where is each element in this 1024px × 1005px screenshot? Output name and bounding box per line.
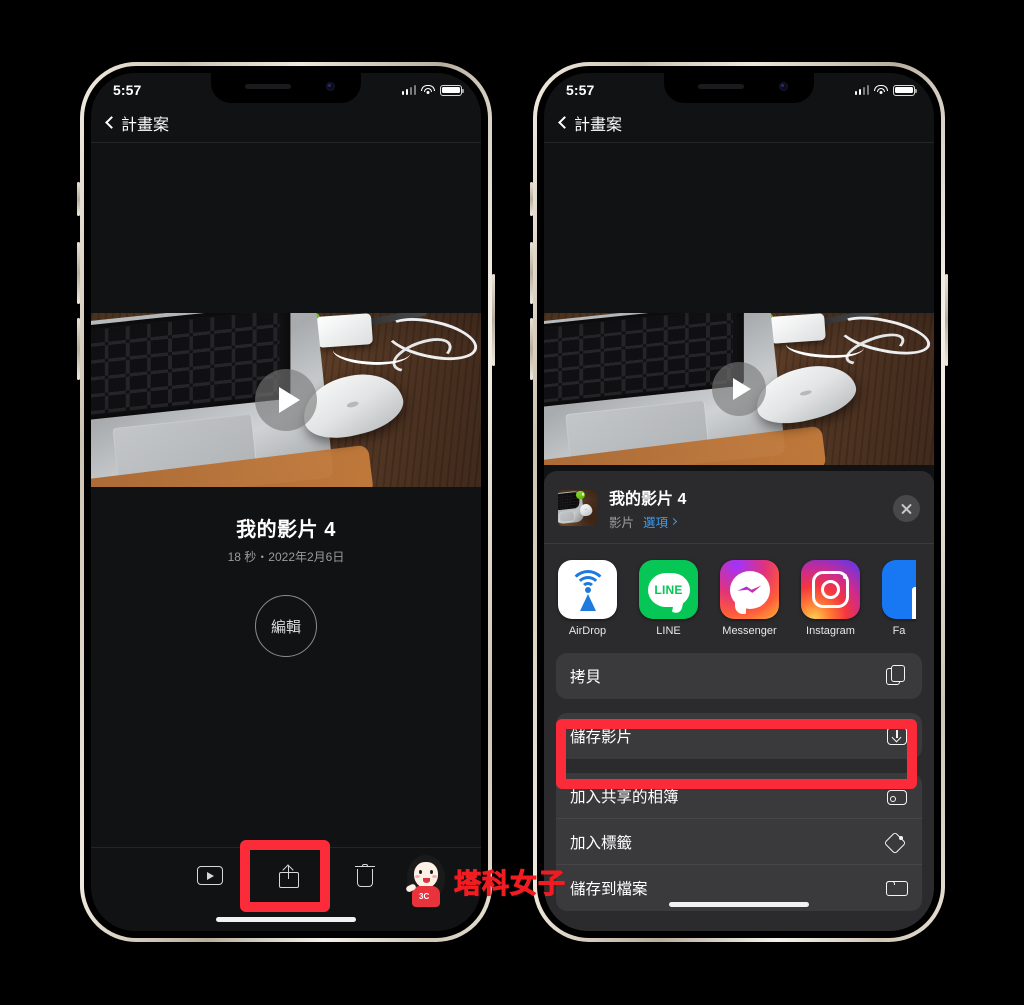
action-label: 儲存影片	[570, 729, 633, 746]
share-app-line[interactable]: LINE LINE	[639, 560, 698, 637]
power-button[interactable]	[492, 274, 495, 366]
back-button-label: 計畫案	[574, 116, 623, 134]
video-title: 我的影片 4	[236, 519, 336, 541]
chevron-left-icon	[558, 116, 571, 129]
facebook-icon	[882, 560, 916, 619]
video-preview[interactable]	[544, 313, 934, 465]
wifi-icon	[421, 85, 435, 95]
home-indicator[interactable]	[669, 902, 809, 907]
front-camera-icon	[326, 82, 335, 91]
battery-icon	[440, 84, 464, 96]
share-item-title: 我的影片 4	[609, 491, 687, 508]
action-label: 加入共享的相簿	[570, 788, 679, 806]
earpiece-speaker-icon	[245, 84, 291, 89]
right-phone-screen: 5:57 計畫案 我的影片 4 影片 選項 AirDrop LINE LINE …	[544, 73, 934, 931]
video-meta: 我的影片 4 18 秒・2022年2月6日	[91, 513, 481, 565]
mute-switch[interactable]	[77, 182, 80, 216]
share-icon[interactable]	[279, 863, 299, 888]
mute-switch[interactable]	[530, 182, 533, 216]
share-app-messenger[interactable]: Messenger	[720, 560, 779, 637]
play-icon[interactable]	[255, 369, 317, 431]
status-indicators	[401, 81, 464, 96]
trash-icon[interactable]	[355, 863, 375, 888]
share-options-label: 選項	[643, 516, 669, 530]
signal-bars-icon	[854, 85, 869, 95]
shared-album-icon	[886, 784, 908, 807]
share-app-label: Messenger	[722, 625, 777, 637]
folder-icon	[886, 877, 908, 899]
share-item-info: 我的影片 4 影片 選項	[609, 485, 882, 531]
edit-button[interactable]: 編輯	[255, 595, 317, 657]
action-add-tag[interactable]: 加入標籤	[556, 819, 922, 865]
share-app-label: LINE	[656, 625, 681, 637]
front-camera-icon	[779, 82, 788, 91]
signal-bars-icon	[401, 85, 416, 95]
watermark-text: 塔科女子	[454, 868, 566, 899]
volume-down-button[interactable]	[530, 318, 533, 380]
video-subtitle: 18 秒・2022年2月6日	[227, 550, 345, 564]
share-app-label: Instagram	[806, 625, 855, 637]
copy-icon	[886, 665, 908, 687]
status-indicators	[854, 81, 917, 96]
volume-down-button[interactable]	[77, 318, 80, 380]
line-icon: LINE	[639, 560, 698, 619]
notch	[664, 73, 814, 103]
status-time: 5:57	[113, 82, 142, 98]
action-label: 加入標籤	[570, 834, 633, 852]
wifi-icon	[874, 85, 888, 95]
volume-up-button[interactable]	[530, 242, 533, 304]
instagram-icon	[801, 560, 860, 619]
close-icon[interactable]	[893, 494, 920, 522]
share-app-label: AirDrop	[568, 625, 607, 637]
volume-up-button[interactable]	[77, 242, 80, 304]
left-phone-screen: 5:57 計畫案 我的影片 4 18 秒・2022年2月6日 編輯	[91, 73, 481, 931]
share-app-airdrop[interactable]: AirDrop	[558, 560, 617, 637]
chevron-right-icon	[669, 517, 678, 526]
chevron-left-icon	[105, 116, 118, 129]
share-app-instagram[interactable]: Instagram	[801, 560, 860, 637]
share-sheet: 我的影片 4 影片 選項 AirDrop LINE LINE Messenger…	[544, 471, 934, 931]
screenshot-canvas: 5:57 計畫案 我的影片 4 18 秒・2022年2月6日 編輯 5:57 計…	[0, 0, 1024, 1005]
edit-button-label: 編輯	[270, 618, 301, 636]
play-rectangle-icon[interactable]	[197, 866, 223, 885]
power-button[interactable]	[945, 274, 948, 366]
action-save-video[interactable]: 儲存影片	[556, 713, 922, 759]
action-label: 儲存到檔案	[570, 881, 648, 898]
airdrop-icon	[558, 560, 617, 619]
video-preview[interactable]	[91, 313, 481, 487]
messenger-icon	[720, 560, 779, 619]
home-indicator[interactable]	[216, 917, 356, 922]
left-phone-mockup: 5:57 計畫案 我的影片 4 18 秒・2022年2月6日 編輯	[77, 62, 495, 942]
back-button-label: 計畫案	[121, 116, 170, 134]
battery-icon	[893, 84, 917, 96]
save-video-icon	[886, 725, 908, 747]
share-app-row[interactable]: AirDrop LINE LINE Messenger Instagram Fa	[544, 544, 934, 649]
play-icon[interactable]	[712, 362, 766, 416]
share-action-group-1: 拷貝	[556, 653, 922, 699]
back-button[interactable]: 計畫案	[105, 111, 169, 135]
watermark: 3C 塔科女子	[404, 855, 566, 907]
share-action-list: 拷貝 儲存影片 加入共享的相簿 加入標籤 儲存到檔案	[556, 653, 922, 911]
earpiece-speaker-icon	[698, 84, 744, 89]
watermark-avatar-icon: 3C	[404, 855, 448, 907]
action-add-to-shared-album[interactable]: 加入共享的相簿	[556, 773, 922, 819]
share-action-group-2: 儲存影片	[556, 713, 922, 759]
notch	[211, 73, 361, 103]
navigation-bar: 計畫案	[544, 103, 934, 143]
status-time: 5:57	[566, 82, 595, 98]
share-options-button[interactable]: 選項	[643, 512, 678, 531]
share-sheet-header: 我的影片 4 影片 選項	[544, 471, 934, 544]
navigation-bar: 計畫案	[91, 103, 481, 143]
action-copy[interactable]: 拷貝	[556, 653, 922, 699]
share-item-kind: 影片	[609, 516, 635, 530]
back-button[interactable]: 計畫案	[558, 111, 622, 135]
share-app-label: Fa	[892, 625, 906, 637]
share-item-thumbnail	[558, 490, 598, 526]
watermark-badge: 3C	[419, 892, 430, 901]
share-action-group-3: 加入共享的相簿 加入標籤 儲存到檔案	[556, 773, 922, 911]
action-label: 拷貝	[570, 669, 602, 686]
tag-icon	[883, 831, 908, 854]
right-phone-mockup: 5:57 計畫案 我的影片 4 影片 選項 AirDrop LINE LINE …	[530, 62, 948, 942]
share-app-facebook[interactable]: Fa	[882, 560, 916, 637]
